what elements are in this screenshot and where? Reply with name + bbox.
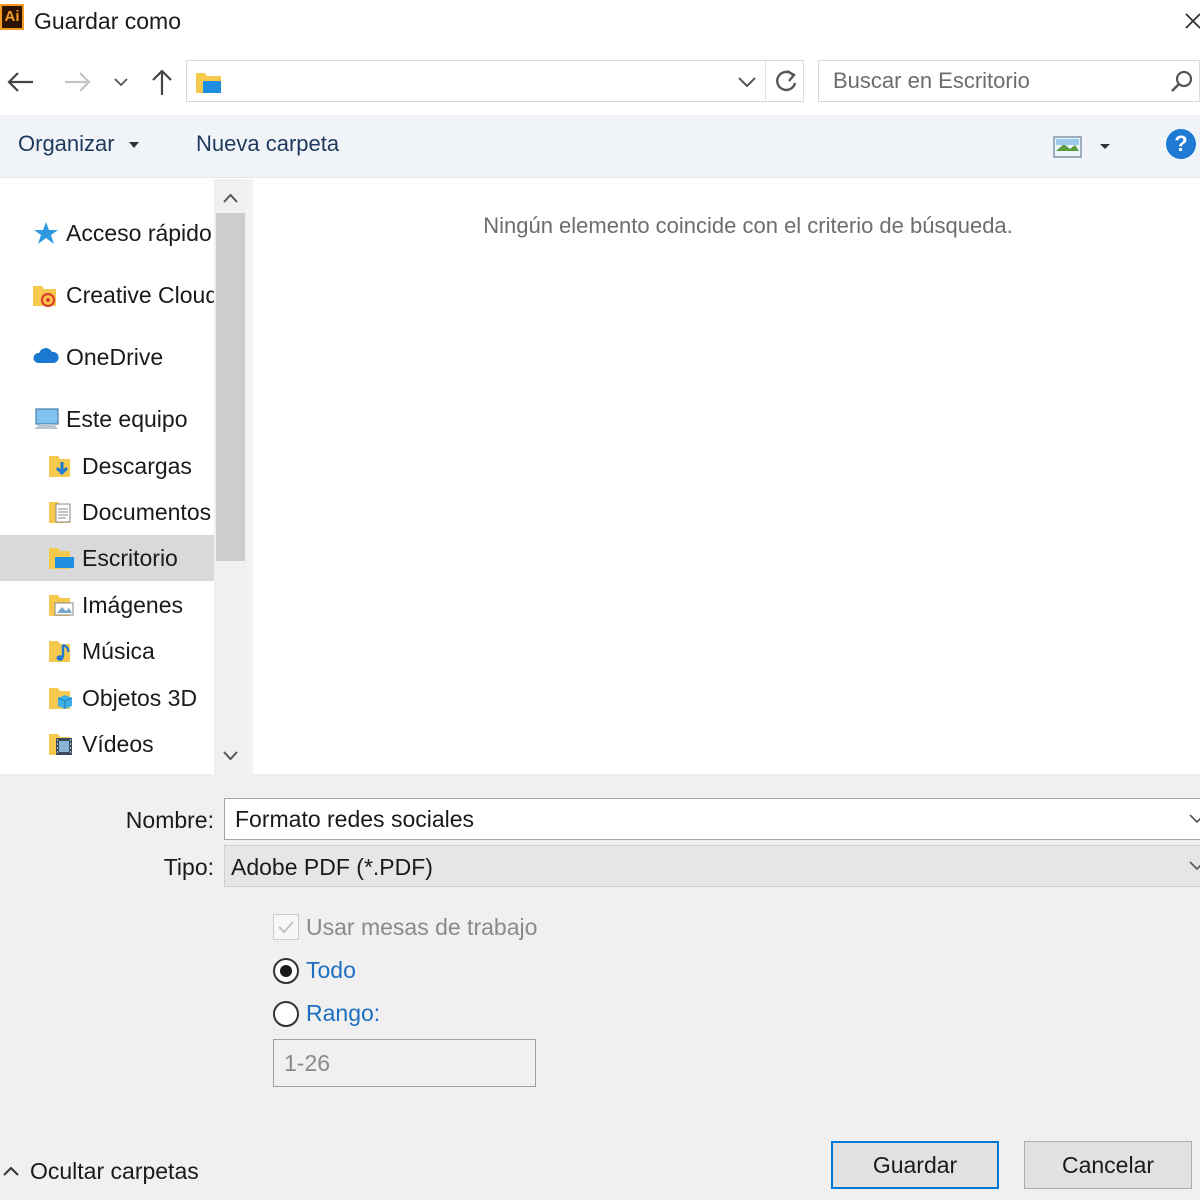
back-button[interactable] [2, 62, 38, 102]
scroll-up-button[interactable] [214, 183, 247, 213]
videos-folder-icon [49, 734, 72, 755]
arrow-up-icon [152, 69, 172, 95]
command-toolbar: Organizar Nueva carpeta ? [0, 115, 1200, 178]
hide-folders-label: Ocultar carpetas [30, 1157, 199, 1184]
sidebar-item-3d-objects[interactable]: Objetos 3D [0, 675, 214, 721]
file-name-input[interactable] [225, 799, 1175, 839]
use-artboards-label: Usar mesas de trabajo [306, 914, 538, 940]
close-icon [1185, 13, 1200, 29]
desktop-folder-icon [196, 73, 221, 93]
checkmark-icon [278, 921, 294, 934]
sidebar-item-pictures[interactable]: Imágenes [0, 582, 214, 628]
new-folder-button[interactable]: Nueva carpeta [196, 131, 339, 157]
sidebar-item-label: Creative Cloud [66, 281, 219, 308]
chevron-down-icon [114, 78, 128, 87]
sidebar-item-label: Vídeos [82, 730, 154, 757]
close-button[interactable] [1176, 4, 1200, 38]
sidebar-item-label: OneDrive [66, 343, 164, 370]
range-input[interactable] [274, 1040, 534, 1086]
file-type-value: Adobe PDF (*.PDF) [231, 854, 433, 880]
downloads-folder-icon [49, 456, 70, 477]
use-artboards-checkbox[interactable] [273, 914, 299, 940]
save-button[interactable]: Guardar [831, 1141, 999, 1189]
scroll-thumb[interactable] [216, 213, 245, 561]
radio-selected-dot [280, 965, 292, 977]
scroll-down-button[interactable] [214, 741, 247, 771]
chevron-up-icon [3, 1166, 19, 1176]
save-options-panel: Nombre: Tipo: Adobe PDF (*.PDF) Usar mes… [0, 774, 1200, 1200]
up-button[interactable] [144, 62, 180, 102]
help-button[interactable]: ? [1166, 129, 1196, 159]
organize-menu-button[interactable]: Organizar [18, 131, 141, 157]
sidebar-item-music[interactable]: Música [0, 628, 214, 674]
computer-icon [34, 408, 59, 429]
sidebar-item-label: Este equipo [66, 405, 188, 432]
range-label: Rango: [306, 1000, 381, 1026]
creative-cloud-folder-icon [33, 286, 56, 308]
sidebar-item-documents[interactable]: Documentos [0, 489, 214, 535]
file-type-label: Tipo: [163, 854, 214, 880]
sidebar-item-onedrive[interactable]: OneDrive [0, 334, 214, 380]
search-box[interactable] [818, 60, 1200, 102]
refresh-icon [776, 69, 797, 92]
range-field[interactable] [273, 1039, 536, 1087]
documents-folder-icon [49, 502, 71, 523]
file-type-select[interactable]: Adobe PDF (*.PDF) [224, 845, 1200, 887]
sidebar-item-label: Objetos 3D [82, 684, 198, 711]
sidebar-item-downloads[interactable]: Descargas [0, 443, 214, 489]
refresh-button[interactable] [771, 67, 801, 97]
hide-folders-button[interactable]: Ocultar carpetas [0, 1155, 199, 1187]
sidebar-item-label: Música [82, 637, 155, 664]
sidebar-item-label: Imágenes [82, 591, 184, 618]
recent-locations-button[interactable] [110, 62, 132, 102]
chevron-down-icon [738, 77, 756, 88]
all-artboards-radio[interactable] [273, 958, 299, 984]
sidebar-item-label: Descargas [82, 452, 192, 479]
window-title: Guardar como [34, 8, 182, 34]
range-radio[interactable] [273, 1001, 299, 1027]
sidebar-item-label: Acceso rápido [66, 219, 212, 246]
file-name-label: Nombre: [125, 807, 214, 833]
sidebar-item-videos[interactable]: Vídeos [0, 721, 214, 767]
sidebar-scrollbar[interactable] [214, 179, 247, 774]
cloud-icon [33, 348, 59, 363]
address-bar[interactable] [186, 60, 804, 102]
caret-down-icon [128, 142, 139, 149]
navigation-bar [0, 50, 1200, 114]
empty-results-message: Ningún elemento coincide con el criterio… [483, 213, 1013, 238]
file-list[interactable]: Ningún elemento coincide con el criterio… [247, 179, 1200, 774]
search-icon [1171, 70, 1193, 92]
sidebar-item-desktop[interactable]: Escritorio [0, 535, 214, 581]
sidebar-item-quick-access[interactable]: Acceso rápido [0, 210, 214, 256]
desktop-folder-icon [49, 548, 74, 569]
view-options-icon [1053, 136, 1110, 158]
chevron-down-icon [223, 751, 238, 761]
3d-objects-folder-icon [49, 688, 73, 709]
sidebar-item-label: Escritorio [82, 544, 178, 571]
sidebar-item-label: Documentos [82, 498, 212, 525]
cancel-button[interactable]: Cancelar [1024, 1141, 1192, 1189]
search-input[interactable] [819, 61, 1159, 101]
chevron-up-icon [223, 193, 238, 203]
chevron-down-icon [1189, 861, 1200, 871]
illustrator-app-icon: Ai [0, 4, 24, 30]
title-bar: Ai Guardar como [0, 0, 1200, 44]
forward-button[interactable] [60, 62, 96, 102]
organize-label: Organizar [18, 131, 115, 156]
arrow-right-icon [65, 72, 91, 92]
address-dropdown-button[interactable] [735, 71, 759, 93]
pictures-folder-icon [49, 595, 74, 616]
sidebar-item-creative-cloud[interactable]: Creative Cloud [0, 272, 218, 318]
divider [765, 61, 766, 101]
star-icon [34, 222, 58, 244]
file-name-combobox[interactable] [224, 798, 1200, 840]
navigation-pane: Acceso rápido Creative Cloud OneDrive Es… [0, 179, 247, 774]
sidebar-item-this-pc[interactable]: Este equipo [0, 396, 214, 442]
music-folder-icon [49, 641, 70, 662]
arrow-left-icon [7, 72, 33, 92]
change-view-button[interactable] [1052, 133, 1116, 161]
chevron-down-icon [1189, 814, 1200, 824]
all-artboards-label: Todo [306, 957, 356, 983]
